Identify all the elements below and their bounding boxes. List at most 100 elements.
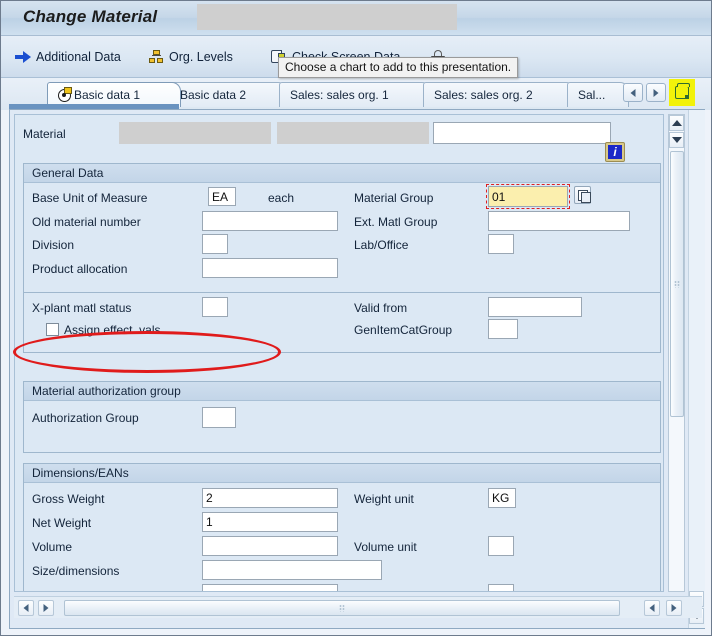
- x-plant-matl-status-input[interactable]: [202, 297, 228, 317]
- scroll-up-icon: [671, 120, 682, 126]
- vertical-scrollbar[interactable]: [668, 114, 685, 592]
- chevron-right-icon: [653, 88, 659, 97]
- material-group-input[interactable]: [488, 186, 568, 207]
- tab-sales-sales-org-2-label: Sales: sales org. 2: [434, 88, 533, 102]
- horizontal-scrollbar-thumb[interactable]: [64, 600, 620, 616]
- material-redaction-block-2: [277, 122, 429, 144]
- size-dimensions-label: Size/dimensions: [32, 564, 120, 578]
- section-dimensions-eans: Dimensions/EANs Gross Weight Weight unit…: [23, 463, 661, 591]
- weight-unit-input[interactable]: [488, 488, 516, 508]
- sap-change-material-window: Change Material Additional Data Org. Lev…: [0, 0, 712, 636]
- lab-office-input[interactable]: [488, 234, 514, 254]
- scroll-up-button[interactable]: [669, 115, 684, 131]
- next-row-unit-clipped[interactable]: [488, 584, 514, 591]
- tab-basic-data-2[interactable]: Basic data 2: [169, 82, 287, 107]
- size-dimensions-input[interactable]: [202, 560, 382, 580]
- base-unit-of-measure-input[interactable]: [208, 187, 236, 206]
- section-material-authorization-group-title: Material authorization group: [24, 382, 660, 401]
- scroll-left-icon: [23, 604, 29, 612]
- tab-basic-data-2-label: Basic data 2: [180, 88, 247, 102]
- base-unit-each-text: each: [268, 191, 295, 205]
- content-panel: Material General Data Base Unit of Measu…: [9, 109, 705, 629]
- hscroll-left-button-right[interactable]: [644, 600, 660, 616]
- material-input[interactable]: [433, 122, 611, 144]
- gen-item-cat-group-label: GenItemCatGroup: [354, 323, 453, 337]
- gen-item-cat-group-input[interactable]: [488, 319, 518, 339]
- gross-weight-label: Gross Weight: [32, 492, 105, 506]
- authorization-group-input[interactable]: [202, 407, 236, 428]
- hscroll-right-button[interactable]: [38, 600, 54, 616]
- hscroll-right-button-right[interactable]: [666, 600, 682, 616]
- toolbar-additional-data-label: Additional Data: [36, 50, 121, 64]
- toolbar-org-levels-label: Org. Levels: [169, 50, 233, 64]
- tab-basic-data-1-label: Basic data 1: [74, 88, 141, 102]
- weight-unit-label: Weight unit: [354, 492, 414, 506]
- section-general-data-title: General Data: [24, 164, 660, 183]
- material-label: Material: [23, 127, 66, 141]
- assign-effect-vals-checkbox[interactable]: [46, 323, 59, 336]
- ext-matl-group-input[interactable]: [488, 211, 630, 231]
- product-allocation-label: Product allocation: [32, 262, 128, 276]
- scroll-right-icon: [43, 604, 49, 612]
- tab-sales-sales-org-1[interactable]: Sales: sales org. 1: [279, 82, 431, 107]
- base-unit-of-measure-label: Base Unit of Measure: [32, 191, 148, 205]
- tab-list-button[interactable]: [669, 79, 695, 106]
- product-allocation-input[interactable]: [202, 258, 338, 278]
- tooltip: Choose a chart to add to this presentati…: [278, 57, 519, 78]
- x-plant-matl-status-label: X-plant matl status: [32, 301, 132, 315]
- net-weight-input[interactable]: [202, 512, 338, 532]
- panel-right-rail: [688, 110, 705, 628]
- valid-from-label: Valid from: [354, 301, 408, 315]
- material-row: Material: [15, 115, 663, 157]
- volume-unit-label: Volume unit: [354, 540, 417, 554]
- tab-sales-sales-org-2[interactable]: Sales: sales org. 2: [423, 82, 575, 107]
- tab-sales-truncated[interactable]: Sal...: [567, 82, 629, 107]
- toolbar-additional-data-button[interactable]: Additional Data: [15, 46, 121, 68]
- volume-input[interactable]: [202, 536, 338, 556]
- next-row-input-clipped[interactable]: [202, 584, 338, 591]
- arrow-right-icon: [15, 50, 31, 64]
- tab-sales-truncated-label: Sal...: [578, 88, 606, 102]
- org-levels-icon: [149, 50, 164, 64]
- material-redaction-block-1: [119, 122, 271, 144]
- vertical-scrollbar-thumb[interactable]: [670, 151, 684, 417]
- net-weight-label: Net Weight: [32, 516, 92, 530]
- hscroll-left-button[interactable]: [18, 600, 34, 616]
- material-group-label: Material Group: [354, 191, 434, 205]
- scroll-left-icon-right: [649, 604, 655, 612]
- tab-selected-radio-icon: [58, 87, 72, 102]
- section-material-authorization-group: Material authorization group Authorizati…: [23, 381, 661, 453]
- title-bar: Change Material: [1, 1, 711, 36]
- hscrollbar-grip: [339, 604, 345, 612]
- old-material-number-label: Old material number: [32, 215, 141, 229]
- chevron-left-icon: [630, 88, 636, 97]
- material-info-button[interactable]: i: [605, 142, 625, 162]
- title-redaction-block: [197, 4, 457, 30]
- old-material-number-input[interactable]: [202, 211, 338, 231]
- active-tab-underline: [9, 104, 179, 109]
- page-title: Change Material: [23, 7, 158, 26]
- volume-label: Volume: [32, 540, 73, 554]
- tab-sales-sales-org-1-label: Sales: sales org. 1: [290, 88, 389, 102]
- division-input[interactable]: [202, 234, 228, 254]
- horizontal-scrollbar[interactable]: [14, 596, 702, 618]
- scroll-down-icon: [671, 137, 682, 143]
- tab-scroll-right-button[interactable]: [646, 83, 666, 102]
- tab-list-icon: [675, 83, 690, 99]
- lab-office-label: Lab/Office: [354, 238, 409, 252]
- scroll-down-button[interactable]: [669, 132, 684, 148]
- form-scroll-area: Material General Data Base Unit of Measu…: [14, 114, 664, 592]
- section-general-data-continued: X-plant matl status Valid from Assign ef…: [23, 293, 661, 353]
- volume-unit-input[interactable]: [488, 536, 514, 556]
- division-label: Division: [32, 238, 75, 252]
- assign-effect-vals-label: Assign effect. vals: [64, 323, 161, 337]
- material-group-matchcode-button[interactable]: [574, 186, 591, 204]
- authorization-group-label: Authorization Group: [32, 411, 139, 425]
- gross-weight-input[interactable]: [202, 488, 338, 508]
- scroll-right-icon-right: [671, 604, 677, 612]
- section-general-data: General Data Base Unit of Measure each M…: [23, 163, 661, 293]
- info-icon-glyph: i: [613, 145, 617, 159]
- toolbar-org-levels-button[interactable]: Org. Levels: [149, 46, 233, 68]
- tab-scroll-left-button[interactable]: [623, 83, 643, 102]
- valid-from-input[interactable]: [488, 297, 582, 317]
